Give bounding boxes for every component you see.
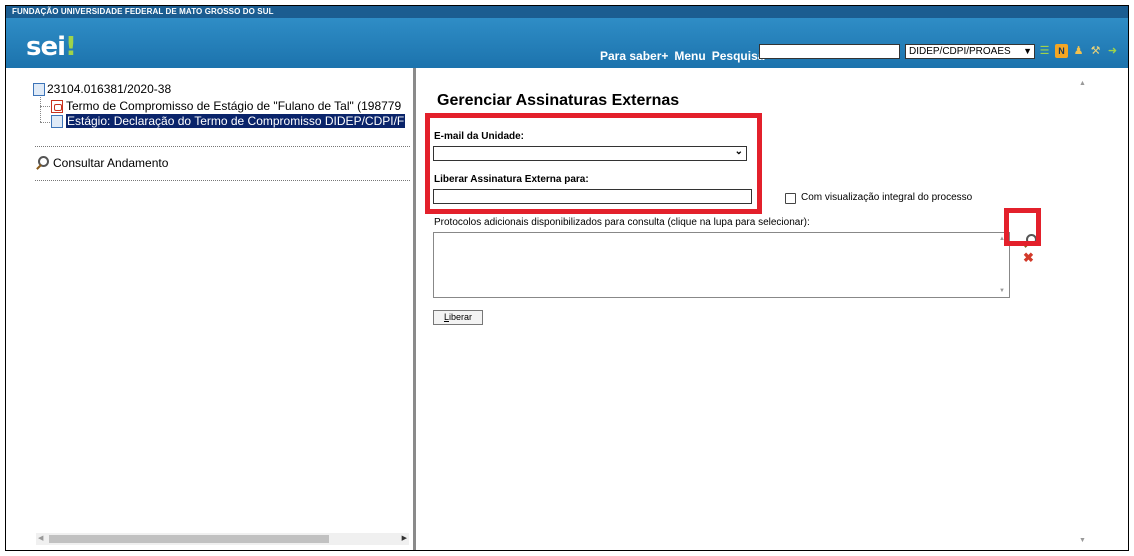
main-panel: Gerenciar Assinaturas Externas E-mail da…: [417, 68, 1077, 550]
scroll-left-icon[interactable]: ◀: [38, 533, 43, 545]
consultar-andamento-link[interactable]: Consultar Andamento: [35, 156, 168, 170]
header-links: Para saber+ Menu Pesquisa: [600, 49, 764, 63]
document-label: Termo de Compromisso de Estágio de "Fula…: [66, 99, 402, 113]
email-select[interactable]: ⌄: [433, 146, 747, 161]
scroll-thumb[interactable]: [49, 535, 329, 543]
pdf-icon: [51, 99, 63, 113]
liberar-para-input[interactable]: [433, 189, 752, 204]
logo-text: sei: [26, 32, 66, 62]
magnifier-icon: [1023, 234, 1037, 248]
link-menu[interactable]: Menu: [674, 49, 705, 63]
email-label: E-mail da Unidade:: [434, 131, 525, 142]
scroll-down-icon[interactable]: ▼: [999, 288, 1005, 294]
protocols-scrollbar[interactable]: ▲ ▼: [997, 233, 1009, 297]
integral-checkbox[interactable]: [785, 193, 796, 204]
sei-logo[interactable]: sei!: [26, 32, 77, 62]
process-node[interactable]: 23104.016381/2020-38: [33, 82, 171, 96]
process-number: 23104.016381/2020-38: [47, 82, 172, 96]
logo-mark: !: [65, 32, 77, 62]
consultar-andamento-label: Consultar Andamento: [53, 156, 169, 170]
horizontal-scrollbar[interactable]: ◀ ▶: [36, 533, 409, 545]
app-window: FUNDAÇÃO UNIVERSIDADE FEDERAL DE MATO GR…: [5, 5, 1129, 551]
header: sei! Para saber+ Menu Pesquisa DIDEP/CDP…: [6, 18, 1128, 68]
liberar-label: iberar: [449, 312, 473, 322]
scroll-up-icon[interactable]: ▲: [1079, 80, 1086, 87]
divider: [35, 180, 410, 181]
exit-icon[interactable]: ➜: [1106, 44, 1119, 58]
integral-checkbox-label: Com visualização integral do processo: [801, 192, 973, 203]
tree-connector: [40, 122, 50, 123]
protocols-list[interactable]: ▲ ▼: [433, 232, 1010, 298]
chevron-down-icon: ▼: [1023, 46, 1032, 56]
link-pesquisa[interactable]: Pesquisa: [712, 49, 765, 63]
liberar-para-label: Liberar Assinatura Externa para:: [434, 174, 589, 185]
protocols-label: Protocolos adicionais disponibilizados p…: [434, 217, 810, 228]
tree-connector: [40, 106, 50, 107]
list-icon[interactable]: ☰: [1038, 44, 1051, 58]
search-input[interactable]: [759, 44, 900, 59]
org-name: FUNDAÇÃO UNIVERSIDADE FEDERAL DE MATO GR…: [12, 7, 274, 16]
tree-connector: [40, 97, 41, 122]
header-icons: ☰ N ♟ ⚒ ➜: [1038, 44, 1119, 58]
remove-protocol-icon[interactable]: ✖: [1023, 251, 1034, 264]
document-icon: [51, 114, 63, 128]
unit-select[interactable]: DIDEP/CDPI/PROAES ▼: [905, 44, 1035, 59]
scroll-up-icon[interactable]: ▲: [999, 236, 1005, 242]
process-tree: 23104.016381/2020-38 Termo de Compromiss…: [6, 68, 412, 550]
user-icon[interactable]: ♟: [1072, 44, 1085, 58]
divider: [35, 146, 410, 147]
liberar-button[interactable]: Liberar: [433, 310, 483, 325]
chevron-down-icon: ⌄: [734, 146, 743, 157]
org-bar: FUNDAÇÃO UNIVERSIDADE FEDERAL DE MATO GR…: [6, 6, 1128, 18]
tree-document-declaracao[interactable]: Estágio: Declaração do Termo de Compromi…: [51, 114, 412, 128]
notification-icon[interactable]: N: [1055, 44, 1068, 58]
unit-select-value: DIDEP/CDPI/PROAES: [909, 46, 1011, 57]
panel-splitter[interactable]: [413, 68, 416, 550]
process-icon: [33, 82, 45, 96]
magnifier-icon: [35, 156, 49, 170]
link-para-saber[interactable]: Para saber+: [600, 49, 668, 63]
tools-icon[interactable]: ⚒: [1089, 44, 1102, 58]
scroll-right-icon[interactable]: ▶: [402, 533, 407, 545]
scroll-down-icon[interactable]: ▼: [1079, 537, 1086, 544]
page-title: Gerenciar Assinaturas Externas: [437, 92, 680, 109]
vertical-scrollbar[interactable]: ▲ ▼: [1077, 68, 1089, 550]
tree-document-termo[interactable]: Termo de Compromisso de Estágio de "Fula…: [51, 99, 401, 113]
document-label-selected: Estágio: Declaração do Termo de Compromi…: [66, 114, 406, 128]
select-protocol-button[interactable]: [1021, 232, 1039, 250]
